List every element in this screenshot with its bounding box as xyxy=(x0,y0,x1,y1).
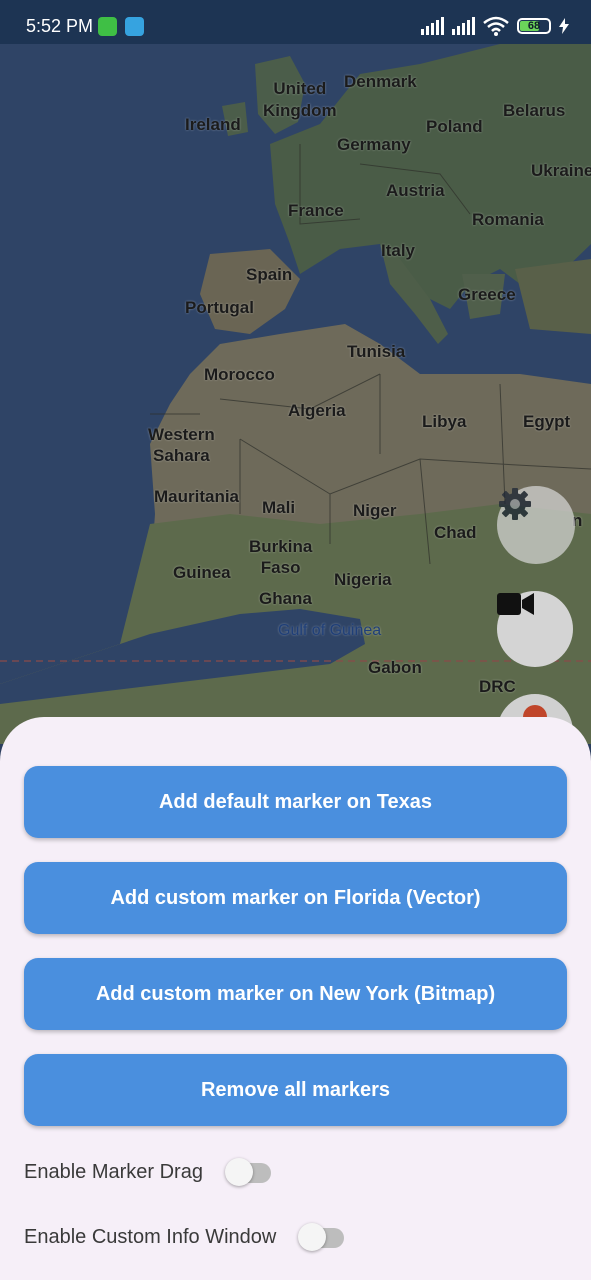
map-label-mali: Mali xyxy=(262,498,296,517)
wifi-icon xyxy=(483,16,509,36)
map-label-gabon: Gabon xyxy=(368,658,422,677)
map-label-ghana: Ghana xyxy=(259,589,312,608)
map-label-morocco: Morocco xyxy=(204,365,275,384)
custom-info-window-switch[interactable] xyxy=(298,1223,345,1251)
map-label-western-sahara: Western Sahara xyxy=(148,425,215,465)
gear-icon xyxy=(499,488,531,520)
map-label-drc: DRC xyxy=(479,677,516,696)
signal-icon xyxy=(452,17,475,35)
map-label-guinea: Guinea xyxy=(173,563,231,582)
map-label-poland: Poland xyxy=(426,117,483,136)
map-label-libya: Libya xyxy=(422,412,467,431)
map-label-niger: Niger xyxy=(353,501,397,520)
signal-icon xyxy=(421,17,444,35)
marker-drag-row: Enable Marker Drag xyxy=(24,1152,271,1192)
map-label-greece: Greece xyxy=(458,285,516,304)
settings-button[interactable] xyxy=(497,486,575,564)
status-bar: 5:52 PM 68 xyxy=(0,0,591,44)
telegram-icon xyxy=(125,17,144,36)
map-label-austria: Austria xyxy=(386,181,445,200)
status-time: 5:52 PM xyxy=(26,16,94,36)
map-label-portugal: Portugal xyxy=(185,298,254,317)
marker-drag-label: Enable Marker Drag xyxy=(24,1160,203,1183)
map-label-romania: Romania xyxy=(472,210,544,229)
map-label-spain: Spain xyxy=(246,265,293,284)
custom-info-window-label: Enable Custom Info Window xyxy=(24,1225,277,1248)
bottom-sheet: Add default marker on Texas Add custom m… xyxy=(0,717,591,1280)
map-label-gulf-of-guinea: Gulf of Guinea xyxy=(278,622,382,639)
map-label-germany: Germany xyxy=(337,135,411,154)
marker-drag-switch[interactable] xyxy=(224,1158,271,1186)
add-florida-marker-button[interactable]: Add custom marker on Florida (Vector) xyxy=(24,862,567,934)
camera-button[interactable] xyxy=(497,591,573,667)
map-label-algeria: Algeria xyxy=(288,401,346,420)
map-label-egypt: Egypt xyxy=(523,412,571,431)
map-label-denmark: Denmark xyxy=(344,72,417,91)
map-label-united-kingdom: United Kingdom xyxy=(263,79,337,120)
map-label-burkina-faso: Burkina Faso xyxy=(249,537,313,577)
map-label-france: France xyxy=(288,201,344,220)
video-camera-icon xyxy=(497,593,534,615)
map-label-ukraine: Ukraine xyxy=(531,161,591,180)
battery-level: 68 xyxy=(527,20,541,32)
charging-bolt-icon xyxy=(559,18,569,34)
remove-all-markers-button[interactable]: Remove all markers xyxy=(24,1054,567,1126)
map-label-chad: Chad xyxy=(434,523,477,542)
android-app-icon xyxy=(98,17,117,36)
map-label-italy: Italy xyxy=(381,241,416,260)
map-label-mauritania: Mauritania xyxy=(154,487,240,506)
add-texas-marker-button[interactable]: Add default marker on Texas xyxy=(24,766,567,838)
status-icons: 68 xyxy=(421,15,569,37)
map-label-ireland: Ireland xyxy=(185,115,241,134)
map-label-nigeria: Nigeria xyxy=(334,570,392,589)
map-label-tunisia: Tunisia xyxy=(347,342,406,361)
add-new-york-marker-button[interactable]: Add custom marker on New York (Bitmap) xyxy=(24,958,567,1030)
map-label-belarus: Belarus xyxy=(503,101,566,120)
custom-info-window-row: Enable Custom Info Window xyxy=(24,1217,345,1257)
battery-icon: 68 xyxy=(517,18,551,34)
map-view[interactable]: United Kingdom Ireland Denmark Belarus Po… xyxy=(0,44,591,744)
